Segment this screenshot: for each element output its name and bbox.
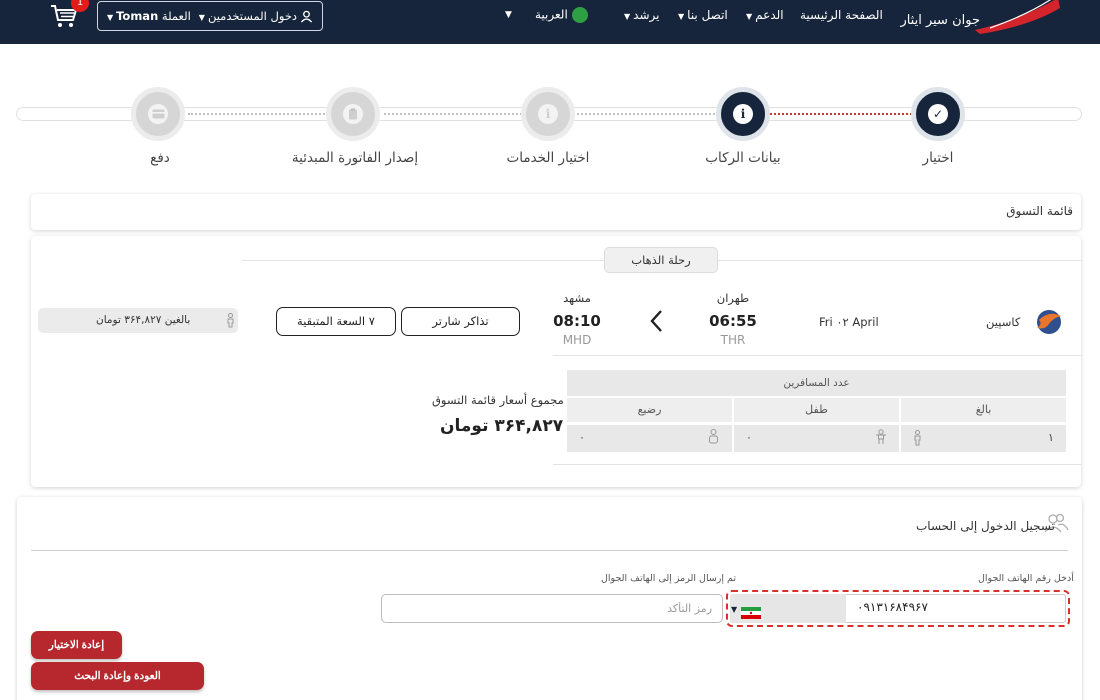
language-flag-icon: [571, 7, 588, 23]
basket-title: قائمة التسوق: [1006, 204, 1073, 218]
passenger-type-adult: بالغ: [901, 398, 1066, 422]
currency-value: Toman: [116, 9, 159, 23]
clipboard-icon: [343, 104, 363, 124]
passenger-count-adult-cell: ۱: [901, 425, 1066, 452]
nav-home[interactable]: الصفحة الرئيسية: [800, 8, 883, 22]
chevron-left-icon: [648, 308, 664, 334]
currency-label: العملة: [161, 9, 191, 23]
reselect-button[interactable]: إعادة الاختيار: [31, 631, 122, 659]
nav-guide[interactable]: يرشد▼: [624, 8, 659, 22]
chevron-down-icon: ▼: [678, 12, 685, 21]
step-invoice: [326, 87, 380, 141]
origin-city: طهران: [716, 291, 750, 305]
passenger-count-adult: ۱: [1048, 431, 1054, 444]
passenger-count-header: عدد المسافرين: [567, 370, 1066, 396]
chevron-down-icon: ▼: [198, 13, 205, 22]
adult-price-text: بالغين ۳۶۴,۸۲۷ تومان: [96, 314, 191, 326]
destination-time: 08:10: [553, 312, 601, 330]
passenger-count-infant: ۰: [579, 431, 585, 444]
nav-contact-label: اتصل بنا: [687, 8, 728, 22]
adult-price-pill: بالغين ۳۶۴,۸۲۷ تومان: [38, 308, 238, 333]
destination-code: MHD: [562, 333, 592, 347]
total-label: مجموع أسعار قائمة التسوق: [432, 393, 564, 407]
info-icon: i: [733, 104, 753, 124]
flight-date: Fri ۰۲ April: [819, 315, 879, 329]
step-services: i: [521, 87, 575, 141]
child-icon: [875, 429, 887, 448]
account-currency-box[interactable]: دخول المستخدمين▼ العملة Toman▼: [97, 1, 323, 31]
stepper-connector: [577, 113, 715, 115]
divider: [31, 550, 1068, 551]
trip-tab-outbound[interactable]: رحلة الذهاب: [604, 247, 718, 273]
seats-left-button[interactable]: ۷ السعة المتبقية: [276, 307, 396, 336]
chevron-down-icon: ▼: [746, 12, 753, 21]
passenger-type-infant: رضيع: [567, 398, 732, 422]
code-label: تم إرسال الرمز إلى الهاتف الجوال: [601, 573, 737, 584]
verification-code-input[interactable]: [381, 594, 723, 623]
step-passengers[interactable]: i: [716, 87, 770, 141]
step-label-passengers: بيانات الركاب: [705, 150, 781, 166]
language-dropdown-icon[interactable]: ▼: [505, 10, 512, 20]
step-select[interactable]: ✓: [911, 87, 965, 141]
nav-guide-label: يرشد: [633, 8, 660, 22]
stepper-connector: [384, 113, 522, 115]
chevron-down-icon: ▼: [731, 605, 738, 614]
brand-logo[interactable]: جوان سیر ایثار: [880, 0, 1060, 38]
origin-time: 06:55: [709, 312, 757, 330]
language-label: العربية: [535, 7, 568, 22]
step-label-invoice: إصدار الفاتورة المبدئية: [291, 150, 419, 166]
basket-title-bar: قائمة التسوق: [31, 194, 1081, 230]
passenger-count-infant-cell: ۰: [567, 425, 732, 452]
person-icon: [226, 313, 235, 331]
person-icon: [913, 430, 922, 449]
passenger-count-child: ۰: [746, 431, 752, 444]
chevron-down-icon: ▼: [624, 12, 631, 21]
passenger-type-child: طفل: [734, 398, 899, 422]
language-selector[interactable]: العربية: [535, 7, 588, 23]
infant-icon: [708, 429, 719, 447]
step-payment: [131, 87, 185, 141]
info-icon: i: [538, 104, 558, 124]
nav-contact[interactable]: اتصل بنا▼: [678, 8, 728, 22]
login-label: دخول المستخدمين: [207, 9, 298, 23]
step-label-payment: دفع: [150, 150, 170, 166]
iran-flag-icon: [741, 604, 761, 619]
origin-code: THR: [720, 333, 746, 347]
currency-selector[interactable]: العملة Toman▼: [107, 9, 191, 23]
login-title: تسجيل الدخول إلى الحساب: [916, 519, 1055, 533]
phone-label: أدخل رقم الهاتف الجوال: [978, 573, 1074, 584]
logo-text: جوان سیر ایثار: [899, 13, 980, 28]
card-icon: [148, 104, 168, 124]
total-value: ۳۶۴,۸۲۷ تومان: [440, 416, 564, 436]
nav-support[interactable]: الدعم▼: [746, 8, 784, 22]
airline-name: كاسپين: [986, 315, 1021, 329]
step-label-select: اختيار: [922, 150, 954, 166]
step-label-services: اختيار الخدمات: [506, 150, 590, 166]
stepper-connector-active: [770, 113, 912, 115]
divider: [553, 464, 1081, 465]
nav-support-label: الدعم: [755, 8, 784, 22]
divider: [553, 355, 1081, 356]
login-button[interactable]: دخول المستخدمين▼: [199, 9, 313, 23]
phone-value: ۰۹۱۳۱۶۸۴۹۶۷: [857, 600, 928, 614]
destination-city: مشهد: [563, 291, 591, 305]
charter-ticket-button[interactable]: تذاكر شارتر: [401, 307, 520, 336]
back-and-research-button[interactable]: العودة وإعادة البحث: [31, 662, 204, 690]
chevron-down-icon: ▼: [106, 13, 114, 22]
passenger-count-child-cell: ۰: [734, 425, 899, 452]
user-icon: [300, 10, 313, 23]
stepper-connector: [188, 113, 328, 115]
airline-logo-icon: [1031, 308, 1065, 336]
check-icon: ✓: [928, 104, 948, 124]
